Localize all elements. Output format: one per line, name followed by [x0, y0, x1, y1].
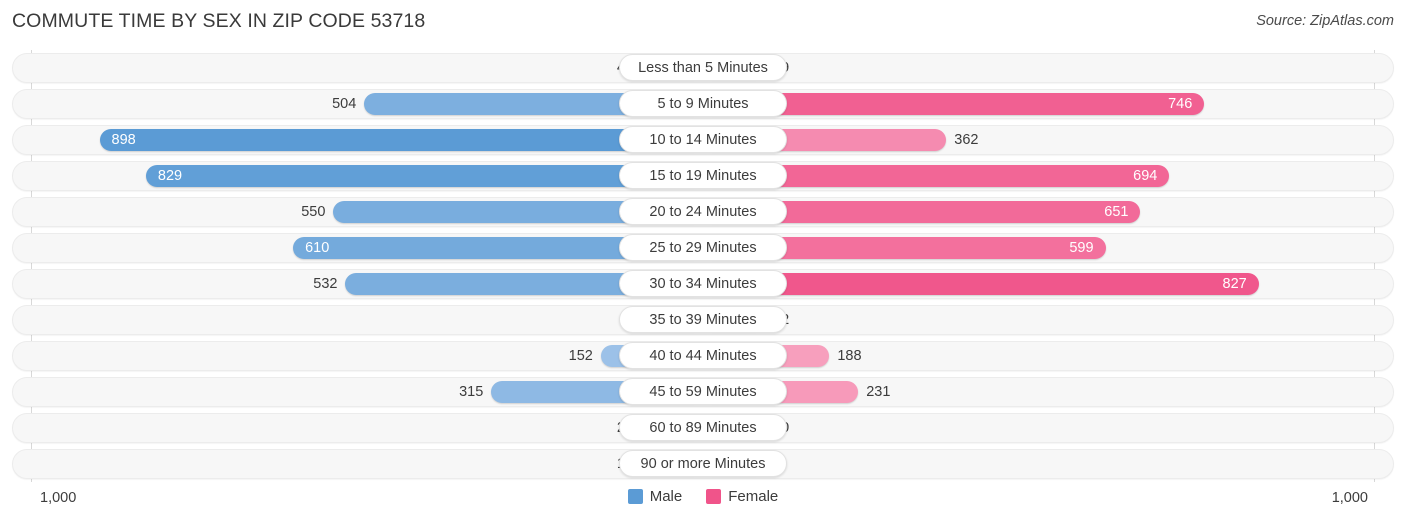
bar-value-female: 827 [1222, 276, 1247, 292]
bar-value-male: 315 [459, 384, 484, 400]
bar-value-male: 504 [332, 96, 357, 112]
chart-legend: Male Female [0, 488, 1406, 505]
chart-row: 504 746 5 to 9 Minutes [0, 86, 1406, 122]
chart-row: 07235 to 39 Minutes [0, 302, 1406, 338]
category-label-pill: 60 to 89 Minutes [619, 414, 787, 441]
chart-rows: 4179Less than 5 Minutes 504 746 5 to 9 Minu… [0, 50, 1406, 482]
category-label-pill: 45 to 59 Minutes [619, 378, 787, 405]
category-label-pill: 40 to 44 Minutes [619, 342, 787, 369]
chart-row: 898 362 10 to 14 Minutes [0, 122, 1406, 158]
page-title: COMMUTE TIME BY SEX IN ZIP CODE 53718 [12, 10, 426, 32]
bar-value-female: 746 [1168, 96, 1193, 112]
legend-item-male[interactable]: Male [627, 488, 683, 505]
bar-value-female: 651 [1104, 204, 1129, 220]
chart-header: COMMUTE TIME BY SEX IN ZIP CODE 53718 So… [0, 0, 1406, 44]
chart-row: 152 188 40 to 44 Minutes [0, 338, 1406, 374]
bar-value-male: 532 [313, 276, 338, 292]
category-label-pill: 90 or more Minutes [619, 450, 787, 477]
category-label-pill: 15 to 19 Minutes [619, 162, 787, 189]
chart-row: 532 827 30 to 34 Minutes [0, 266, 1406, 302]
chart-row: 315 231 45 to 59 Minutes [0, 374, 1406, 410]
category-label-pill: 35 to 39 Minutes [619, 306, 787, 333]
chart-row: 829 694 15 to 19 Minutes [0, 158, 1406, 194]
category-label-pill: 25 to 29 Minutes [619, 234, 787, 261]
category-label-pill: 10 to 14 Minutes [619, 126, 787, 153]
category-label-pill: 5 to 9 Minutes [619, 90, 787, 117]
chart-row: 610 599 25 to 29 Minutes [0, 230, 1406, 266]
chart-row: 4179Less than 5 Minutes [0, 50, 1406, 86]
bar-value-male: 898 [111, 132, 136, 148]
legend-swatch-icon [706, 489, 722, 504]
bar-value-male: 152 [568, 348, 593, 364]
category-label-pill: 20 to 24 Minutes [619, 198, 787, 225]
chart-footer: 1,000 1,000 Male Female [0, 484, 1406, 523]
chart-plot-area: 4179Less than 5 Minutes 504 746 5 to 9 Minu… [0, 50, 1406, 482]
bar-male [99, 129, 703, 151]
legend-swatch-icon [627, 489, 643, 504]
chart-row: 16090 or more Minutes [0, 446, 1406, 482]
bar-value-female: 188 [837, 348, 862, 364]
legend-item-female[interactable]: Female [706, 488, 778, 505]
bar-value-male: 829 [157, 168, 183, 184]
bar-value-female: 599 [1069, 240, 1094, 256]
category-label-pill: 30 to 34 Minutes [619, 270, 787, 297]
bar-value-female: 694 [1133, 168, 1158, 184]
legend-label: Male [649, 488, 683, 505]
legend-label: Female [728, 488, 779, 505]
chart-row: 550 651 20 to 24 Minutes [0, 194, 1406, 230]
bar-value-male: 610 [305, 240, 330, 256]
source-attribution: Source: ZipAtlas.com [1256, 13, 1394, 29]
chart-row: 297060 to 89 Minutes [0, 410, 1406, 446]
category-label-pill: Less than 5 Minutes [619, 54, 787, 81]
bar-value-female: 231 [866, 384, 891, 400]
bar-value-male: 550 [301, 204, 326, 220]
bar-value-female: 362 [954, 132, 979, 148]
